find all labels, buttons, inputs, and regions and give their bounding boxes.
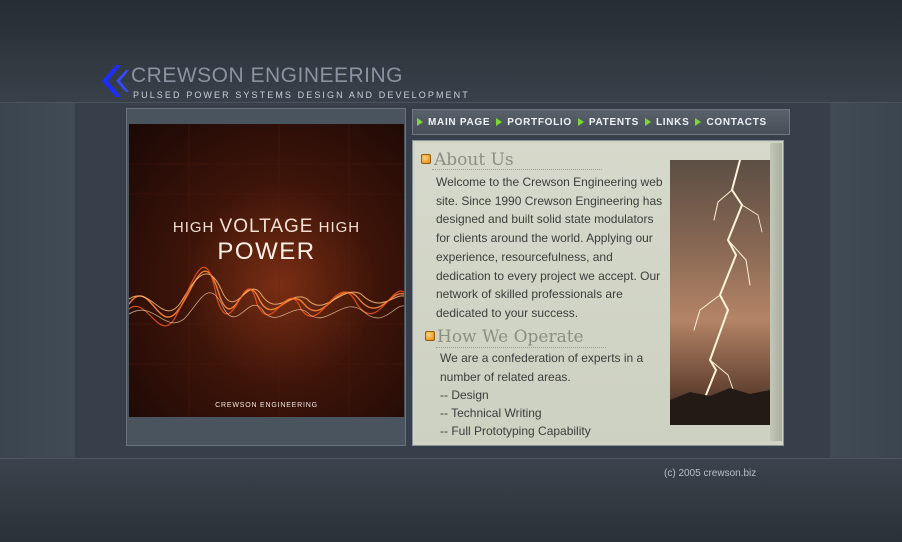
- arrow-right-icon: [577, 118, 584, 126]
- arrow-right-icon: [417, 118, 423, 126]
- double-chevron-left-icon[interactable]: [100, 64, 130, 98]
- nav-patents[interactable]: PATENTS: [577, 110, 639, 134]
- arrow-right-icon: [644, 118, 651, 126]
- right-margin: [830, 103, 902, 458]
- about-heading: About Us: [434, 150, 514, 170]
- nav-portfolio[interactable]: PORTFOLIO: [496, 110, 572, 134]
- footer-band: [0, 458, 902, 542]
- waveform-graphic: [129, 124, 404, 417]
- operate-divider: [436, 347, 606, 348]
- hero-caption: CREWSON ENGINEERING: [215, 402, 318, 409]
- list-item: -- Design: [440, 388, 489, 403]
- operate-content: We are a confederation of experts in a n…: [440, 349, 668, 440]
- about-body: Welcome to the Crewson Engineering web s…: [436, 175, 663, 320]
- nav-main-page[interactable]: MAIN PAGE: [417, 110, 490, 134]
- list-item: -- Full Prototyping Capability: [440, 424, 591, 439]
- site-tagline: PULSED POWER SYSTEMS DESIGN AND DEVELOPM…: [133, 90, 470, 100]
- operate-intro: We are a confederation of experts in a n…: [440, 351, 644, 384]
- hero-image: HIGH VOLTAGE HIGH POWER CREWSON ENGINEER…: [129, 124, 404, 417]
- hero-word-high-1: HIGH: [172, 219, 215, 236]
- bullet-icon: [421, 154, 431, 164]
- bullet-icon: [425, 331, 435, 341]
- arrow-right-icon: [695, 118, 702, 126]
- lightning-image: [670, 160, 770, 425]
- lightning-bolt-graphic: [670, 160, 770, 425]
- about-divider: [432, 169, 602, 170]
- nav-contacts[interactable]: CONTACTS: [695, 110, 766, 134]
- hero-word-power: POWER: [217, 238, 316, 265]
- nav-links[interactable]: LINKS: [644, 110, 690, 134]
- hero-word-voltage: VOLTAGE: [219, 216, 314, 237]
- list-item: -- Technical Writing: [440, 406, 542, 421]
- left-margin: [0, 103, 75, 458]
- operate-heading: How We Operate: [437, 327, 584, 347]
- main-nav: MAIN PAGE PORTFOLIO PATENTS LINKS CONTAC…: [412, 109, 790, 135]
- arrow-right-icon: [496, 118, 503, 126]
- copyright-text: (c) 2005 crewson.biz: [664, 468, 757, 479]
- hero-word-high-2: HIGH: [318, 219, 361, 236]
- content-edge: [770, 143, 782, 441]
- site-title[interactable]: CREWSON ENGINEERING: [131, 64, 403, 88]
